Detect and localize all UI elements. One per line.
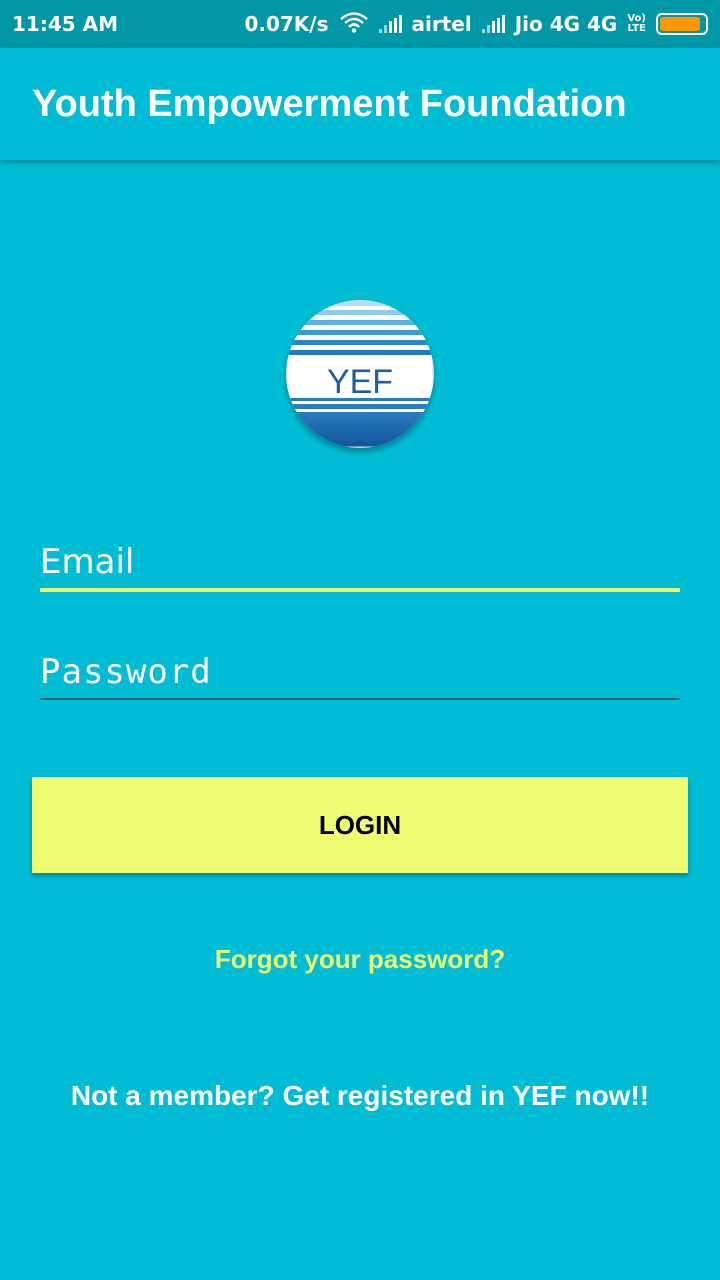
yef-logo: YEF: [286, 300, 434, 448]
carrier-1: airtel: [411, 12, 472, 36]
app-bar: Youth Empowerment Foundation: [0, 48, 720, 160]
volte-icon: Vo) LTE: [627, 13, 646, 34]
email-field[interactable]: [40, 536, 680, 592]
logo-text: YEF: [327, 363, 393, 401]
forgot-password-link[interactable]: Forgot your password?: [0, 944, 720, 975]
password-field[interactable]: [40, 646, 680, 700]
app-title: Youth Empowerment Foundation: [32, 82, 627, 125]
battery-icon: [656, 13, 708, 35]
signal-icon: [481, 15, 505, 33]
status-time: 11:45 AM: [12, 12, 119, 36]
login-button[interactable]: LOGIN: [32, 777, 688, 873]
wifi-icon: [339, 11, 369, 38]
register-link[interactable]: Not a member? Get registered in YEF now!…: [0, 1080, 720, 1112]
status-bar: 11:45 AM 0.07K/s airtel Jio 4G 4G Vo) LT…: [0, 0, 720, 48]
signal-icon: [378, 15, 402, 33]
password-input[interactable]: [40, 646, 680, 698]
status-icons: 0.07K/s airtel Jio 4G 4G Vo) LTE: [244, 11, 708, 38]
network-speed: 0.07K/s: [244, 12, 329, 36]
email-input[interactable]: [40, 536, 680, 588]
carrier-2: Jio 4G 4G: [514, 12, 618, 36]
